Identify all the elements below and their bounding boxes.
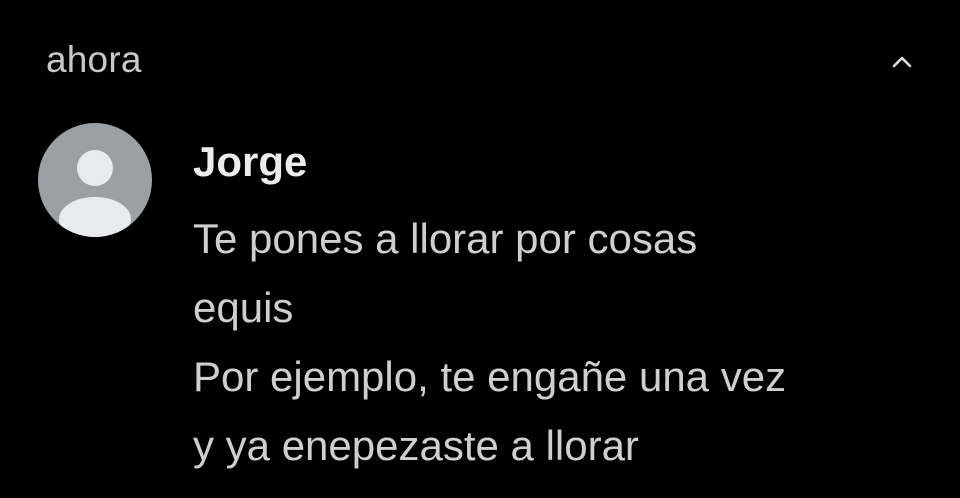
- avatar: [38, 123, 152, 237]
- notification-card[interactable]: ahora Jorge Te pones a llorar por cosas …: [0, 0, 960, 498]
- default-person-icon: [59, 150, 131, 237]
- message-line: equis: [193, 284, 294, 331]
- message-line: y ya enepezaste a llorar: [193, 422, 639, 469]
- notification-timestamp: ahora: [46, 39, 142, 80]
- chevron-up-icon: [892, 56, 912, 68]
- message-line: Por ejemplo, te engañe una vez: [193, 353, 787, 400]
- message-body: Te pones a llorar por cosas equis Por ej…: [193, 204, 933, 480]
- sender-name: Jorge: [193, 138, 308, 185]
- message-line: Te pones a llorar por cosas: [193, 215, 698, 262]
- collapse-button[interactable]: [880, 44, 924, 80]
